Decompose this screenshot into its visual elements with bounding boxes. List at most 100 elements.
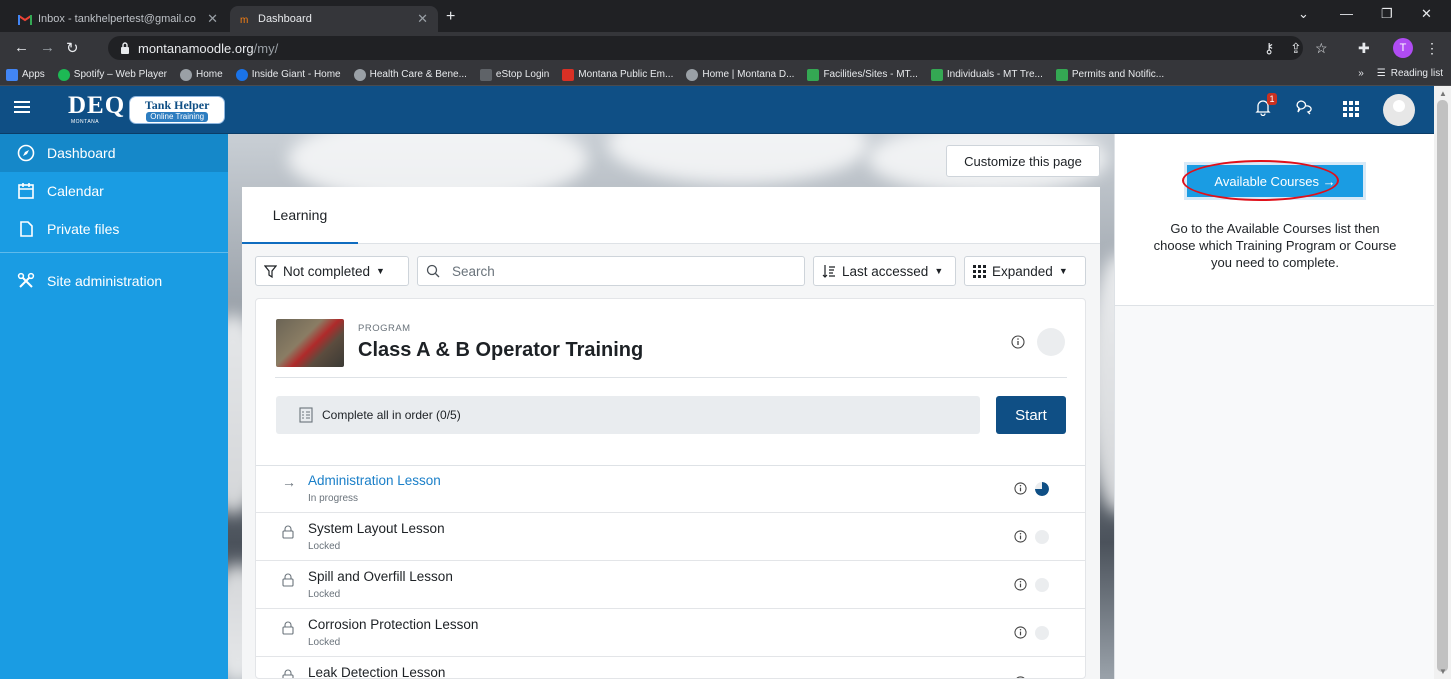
lesson-name[interactable]: Administration Lesson (308, 473, 441, 488)
key-icon[interactable]: ⚷ (1264, 40, 1274, 57)
browser-tab-inbox[interactable]: Inbox - tankhelpertest@gmail.co ✕ (8, 6, 228, 32)
notification-count-badge: 1 (1267, 93, 1277, 105)
bookmark-montana-public[interactable]: Montana Public Em... (562, 68, 673, 81)
lock-icon (120, 42, 130, 54)
tab-learning[interactable]: Learning (242, 187, 358, 244)
lesson-name: Spill and Overfill Lesson (308, 569, 453, 584)
bookmark-home-montana[interactable]: Home | Montana D... (686, 68, 794, 81)
lesson-row[interactable]: → Administration Lesson In progress (256, 466, 1085, 513)
caret-down-icon: ▼ (376, 266, 385, 276)
minimize-icon[interactable]: — (1340, 6, 1353, 21)
info-icon[interactable] (1011, 335, 1025, 349)
lesson-status: Locked (308, 589, 341, 600)
bookmark-estop[interactable]: eStop Login (479, 68, 549, 81)
reload-icon[interactable]: ↻ (66, 39, 79, 57)
browser-tab-dashboard[interactable]: m Dashboard ✕ (230, 6, 438, 32)
lesson-status: Locked (308, 541, 341, 552)
lesson-progress-pie (1035, 578, 1049, 592)
bookmark-inside-giant[interactable]: Inside Giant - Home (235, 68, 341, 81)
info-icon[interactable] (1014, 530, 1027, 543)
star-icon[interactable]: ☆ (1315, 40, 1328, 57)
bookmark-facilities[interactable]: Facilities/Sites - MT... (807, 68, 918, 81)
site-icon (235, 68, 248, 81)
site-logo[interactable]: DEQ MONTANA Tank Helper Online Training (68, 92, 226, 125)
lesson-row[interactable]: Spill and Overfill Lesson Locked (256, 562, 1085, 609)
page-scrollbar[interactable]: ▲ ▼ (1434, 86, 1451, 679)
nav-item-private-files[interactable]: Private files (0, 210, 228, 248)
scroll-up-icon[interactable]: ▲ (1439, 89, 1447, 98)
checklist-icon (298, 407, 314, 423)
forward-icon[interactable]: → (40, 39, 55, 56)
menu-dots-icon[interactable]: ⋮ (1425, 40, 1439, 57)
bookmark-permits[interactable]: Permits and Notific... (1055, 68, 1164, 81)
learning-panel: Learning Not completed ▼ Search Last acc… (242, 187, 1100, 679)
filter-dropdown[interactable]: Not completed ▼ (255, 256, 409, 286)
lesson-progress-pie (1035, 482, 1049, 496)
lesson-status: Locked (308, 637, 341, 648)
bookmark-health-care[interactable]: Health Care & Bene... (353, 68, 467, 81)
scroll-down-icon[interactable]: ▼ (1439, 667, 1447, 676)
bookmarks-overflow[interactable]: » (1358, 68, 1364, 79)
bookmark-individuals[interactable]: Individuals - MT Tre... (930, 68, 1043, 81)
address-bar[interactable]: montanamoodle.org/my/ (108, 36, 1303, 60)
share-icon[interactable]: ⇪ (1290, 40, 1302, 57)
program-card: PROGRAM Class A & B Operator Training Co… (255, 298, 1086, 679)
customize-page-button[interactable]: Customize this page (946, 145, 1100, 177)
panel-body: Not completed ▼ Search Last accessed ▼ E… (242, 244, 1100, 679)
highlight-ring (1182, 160, 1339, 201)
cloud (608, 134, 868, 184)
messages-icon[interactable] (1295, 98, 1313, 116)
view-dropdown[interactable]: Expanded ▼ (964, 256, 1086, 286)
lesson-row[interactable]: Corrosion Protection Lesson Locked (256, 610, 1085, 657)
lock-icon (282, 669, 294, 678)
extensions-icon[interactable]: ✚ (1358, 40, 1370, 57)
nav-item-dashboard[interactable]: Dashboard (0, 134, 228, 172)
bookmark-home[interactable]: Home (180, 68, 223, 81)
back-icon[interactable]: ← (14, 39, 29, 56)
moodle-icon: m (240, 14, 252, 24)
tab-close-icon[interactable]: ✕ (207, 11, 218, 27)
site-navbar: DEQ MONTANA Tank Helper Online Training (0, 86, 1434, 134)
profile-avatar[interactable]: T (1393, 38, 1413, 58)
site-icon (930, 68, 943, 81)
arrow-right-icon: → (282, 474, 296, 490)
url-path: /my/ (253, 40, 279, 56)
filter-icon (264, 264, 277, 278)
site-icon (562, 68, 575, 81)
scrollbar-thumb[interactable] (1437, 100, 1448, 672)
info-icon[interactable] (1014, 578, 1027, 591)
hamburger-menu-icon[interactable] (14, 100, 30, 114)
program-thumbnail[interactable] (276, 319, 344, 367)
tab-search-icon[interactable]: ⌄ (1298, 6, 1309, 22)
close-window-icon[interactable]: ✕ (1421, 6, 1432, 22)
bookmark-spotify[interactable]: Spotify – Web Player (57, 68, 167, 81)
info-icon[interactable] (1014, 626, 1027, 639)
lesson-name: System Layout Lesson (308, 521, 445, 536)
bookmark-apps[interactable]: Apps (6, 68, 45, 81)
lesson-row[interactable]: Leak Detection Lesson (256, 658, 1085, 678)
apps-grid-icon[interactable] (1343, 101, 1359, 117)
nav-item-calendar[interactable]: Calendar (0, 172, 228, 210)
nav-label: Calendar (47, 183, 104, 199)
tab-close-icon[interactable]: ✕ (417, 11, 428, 27)
grid-icon (973, 264, 986, 278)
new-tab-button[interactable]: + (446, 8, 455, 26)
start-button[interactable]: Start (996, 396, 1066, 434)
lesson-status: In progress (308, 493, 359, 504)
user-avatar[interactable] (1383, 94, 1415, 126)
sort-dropdown[interactable]: Last accessed ▼ (813, 256, 956, 286)
lesson-row[interactable]: System Layout Lesson Locked (256, 514, 1085, 561)
reading-list[interactable]: » ☰ Reading list (1358, 68, 1443, 79)
right-block-region: Available Courses → Go to the Available … (1114, 134, 1435, 679)
program-title[interactable]: Class A & B Operator Training (358, 339, 643, 362)
lesson-progress-pie (1035, 530, 1049, 544)
search-input[interactable]: Search (417, 256, 805, 286)
info-icon[interactable] (1014, 482, 1027, 495)
logo-deq: DEQ (68, 92, 126, 119)
program-kicker: PROGRAM (358, 323, 411, 334)
url-host: montanamoodle.org (138, 40, 254, 56)
tab-title: Dashboard (258, 13, 312, 25)
nav-label: Site administration (47, 273, 163, 289)
restore-icon[interactable]: ❐ (1381, 6, 1393, 22)
nav-item-site-administration[interactable]: Site administration (0, 262, 228, 300)
